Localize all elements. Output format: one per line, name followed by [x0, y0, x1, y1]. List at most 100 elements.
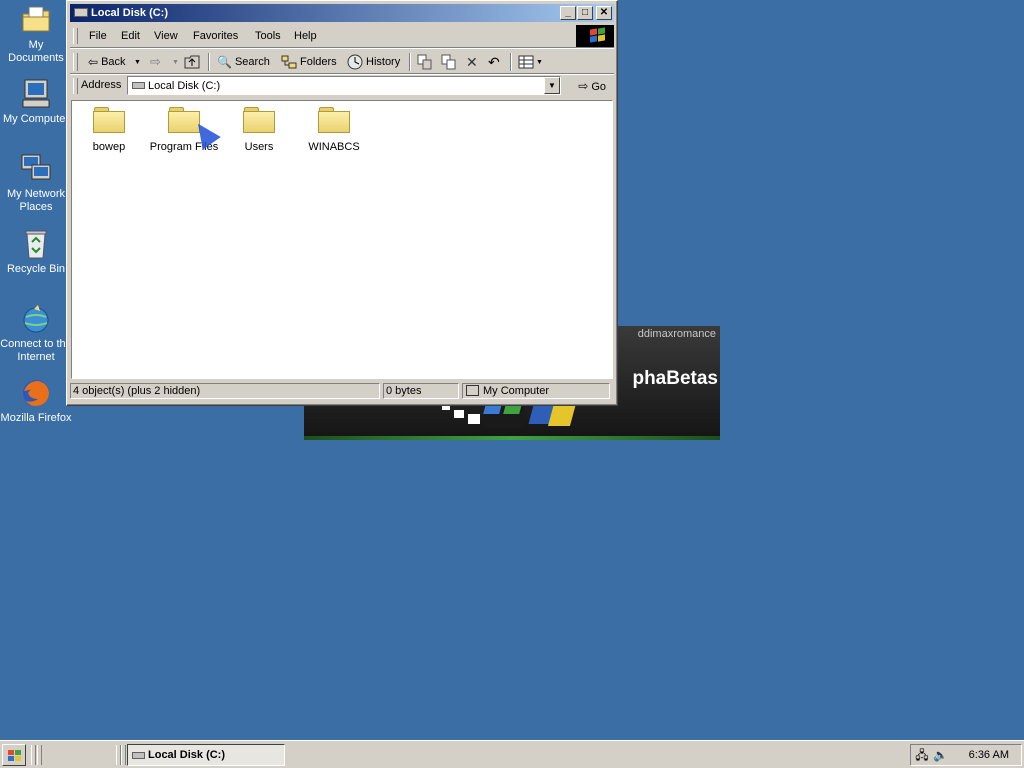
- toolbar-divider: [409, 53, 411, 71]
- recycle-bin-icon: [20, 228, 52, 260]
- folder-item[interactable]: bowep: [73, 107, 145, 153]
- my-documents-icon: [20, 4, 52, 36]
- folders-label: Folders: [300, 56, 337, 68]
- menu-grip: [73, 28, 78, 44]
- clock[interactable]: 6:36 AM: [969, 749, 1009, 761]
- status-zone-label: My Computer: [483, 385, 550, 397]
- quicklaunch-grip: [31, 745, 36, 765]
- folder-icon: [318, 107, 350, 133]
- status-objects: 4 object(s) (plus 2 hidden): [70, 383, 380, 399]
- file-list-view[interactable]: bowep Program Files Users WINABCS: [71, 100, 613, 379]
- move-to-icon[interactable]: [417, 53, 433, 71]
- back-dropdown-icon[interactable]: ▼: [134, 53, 141, 71]
- history-button[interactable]: History: [347, 53, 400, 71]
- splash-progress-bar: [304, 436, 720, 440]
- folder-icon: [243, 107, 275, 133]
- connect-internet-icon: [20, 303, 52, 335]
- standard-toolbar: ⇦ Back ▼ ⇨ ▼ 🔍 Search Folders History ✕ ↶: [70, 49, 614, 75]
- status-size: 0 bytes: [383, 383, 459, 399]
- address-label: Address: [81, 79, 122, 91]
- forward-dropdown-icon[interactable]: ▼: [172, 53, 179, 71]
- menu-edit[interactable]: Edit: [121, 30, 140, 42]
- window-title: Local Disk (C:): [91, 7, 169, 19]
- my-computer-small-icon: [466, 385, 479, 396]
- search-button[interactable]: 🔍 Search: [217, 53, 270, 71]
- forward-arrow-icon[interactable]: ⇨: [150, 53, 161, 71]
- folder-label: WINABCS: [308, 141, 360, 153]
- drive-icon: [74, 8, 88, 17]
- desktop-icon-firefox[interactable]: Mozilla Firefox: [0, 377, 72, 425]
- views-dropdown-icon: ▼: [536, 58, 543, 66]
- minimize-button[interactable]: _: [560, 6, 576, 20]
- status-bar: 4 object(s) (plus 2 hidden) 0 bytes My C…: [70, 382, 614, 400]
- windows-flag-icon: [576, 25, 614, 47]
- desktop-icon-label: Connect to the Internet: [0, 338, 72, 363]
- toolbar-divider: [510, 53, 512, 71]
- menu-tools[interactable]: Tools: [255, 30, 281, 42]
- explorer-window[interactable]: Local Disk (C:) _ □ ✕ File Edit View Fav…: [66, 0, 618, 406]
- address-value: Local Disk (C:): [148, 80, 221, 92]
- address-dropdown-button[interactable]: ▼: [544, 77, 560, 94]
- taskbar-item-label: Local Disk (C:): [148, 749, 226, 761]
- drive-icon: [132, 82, 145, 89]
- copy-to-icon[interactable]: [441, 53, 457, 71]
- go-button[interactable]: ⇨ Go: [578, 79, 606, 93]
- address-input[interactable]: Local Disk (C:) ▼: [127, 76, 561, 95]
- undo-icon[interactable]: ↶: [488, 53, 500, 71]
- my-computer-icon: [20, 78, 52, 110]
- menu-file[interactable]: File: [89, 30, 107, 42]
- close-button[interactable]: ✕: [596, 6, 612, 20]
- views-icon: [518, 55, 534, 69]
- desktop-icon-connect-internet[interactable]: Connect to the Internet: [0, 303, 72, 364]
- history-icon: [347, 54, 363, 70]
- menu-bar: File Edit View Favorites Tools Help: [70, 25, 570, 47]
- drive-icon: [132, 752, 145, 759]
- title-bar[interactable]: Local Disk (C:) _ □ ✕: [70, 4, 614, 22]
- network-tray-icon[interactable]: 🖧: [915, 748, 929, 762]
- menu-favorites[interactable]: Favorites: [193, 30, 238, 42]
- desktop-icon-recycle-bin[interactable]: Recycle Bin: [0, 228, 72, 276]
- search-label: Search: [234, 56, 270, 68]
- splash-username: ddimaxromance: [637, 328, 716, 340]
- start-flag-icon: [8, 750, 14, 755]
- volume-tray-icon[interactable]: 🔈: [933, 748, 948, 762]
- up-folder-icon[interactable]: [184, 53, 200, 71]
- desktop-icon-network-places[interactable]: My Network Places: [0, 153, 72, 214]
- go-label: Go: [591, 81, 606, 93]
- menu-view[interactable]: View: [154, 30, 178, 42]
- desktop-icon-label: My Documents: [8, 39, 64, 64]
- views-button[interactable]: ▼: [518, 53, 543, 71]
- folder-icon: [93, 107, 125, 133]
- taskbar: Local Disk (C:) 🖧 🔈 6:36 AM: [0, 740, 1024, 768]
- splash-brand-text: phaBetas: [632, 368, 718, 389]
- go-arrow-icon: ⇨: [578, 79, 589, 93]
- firefox-icon: [20, 377, 52, 409]
- back-button[interactable]: ⇦ Back: [88, 53, 126, 71]
- search-icon: 🔍: [217, 55, 232, 69]
- menu-help[interactable]: Help: [294, 30, 317, 42]
- taskbar-item-local-disk[interactable]: Local Disk (C:): [127, 744, 285, 766]
- desktop-icon-my-documents[interactable]: My Documents: [0, 4, 72, 65]
- quicklaunch-grip: [37, 745, 42, 765]
- address-grip: [73, 78, 78, 94]
- network-places-icon: [20, 153, 52, 185]
- status-zone: My Computer: [462, 383, 610, 399]
- folder-item[interactable]: WINABCS: [298, 107, 370, 153]
- folders-button[interactable]: Folders: [281, 53, 337, 71]
- toolbar-grip: [73, 53, 78, 71]
- folder-label: bowep: [92, 141, 126, 153]
- delete-icon[interactable]: ✕: [466, 53, 478, 71]
- folder-item[interactable]: Users: [223, 107, 295, 153]
- desktop-icon-label: My Network Places: [6, 188, 66, 213]
- back-label: Back: [101, 56, 126, 68]
- start-button[interactable]: [2, 744, 26, 766]
- desktop-icon-label: Recycle Bin: [6, 263, 66, 275]
- history-label: History: [366, 56, 401, 68]
- desktop-icon-label: Mozilla Firefox: [0, 412, 72, 424]
- folders-icon: [281, 55, 297, 69]
- toolbar-divider: [208, 53, 210, 71]
- folder-label: Users: [244, 141, 274, 153]
- desktop-icon-my-computer[interactable]: My Computer: [0, 78, 72, 126]
- desktop-icon-label: My Computer: [2, 113, 70, 125]
- maximize-button[interactable]: □: [577, 6, 593, 20]
